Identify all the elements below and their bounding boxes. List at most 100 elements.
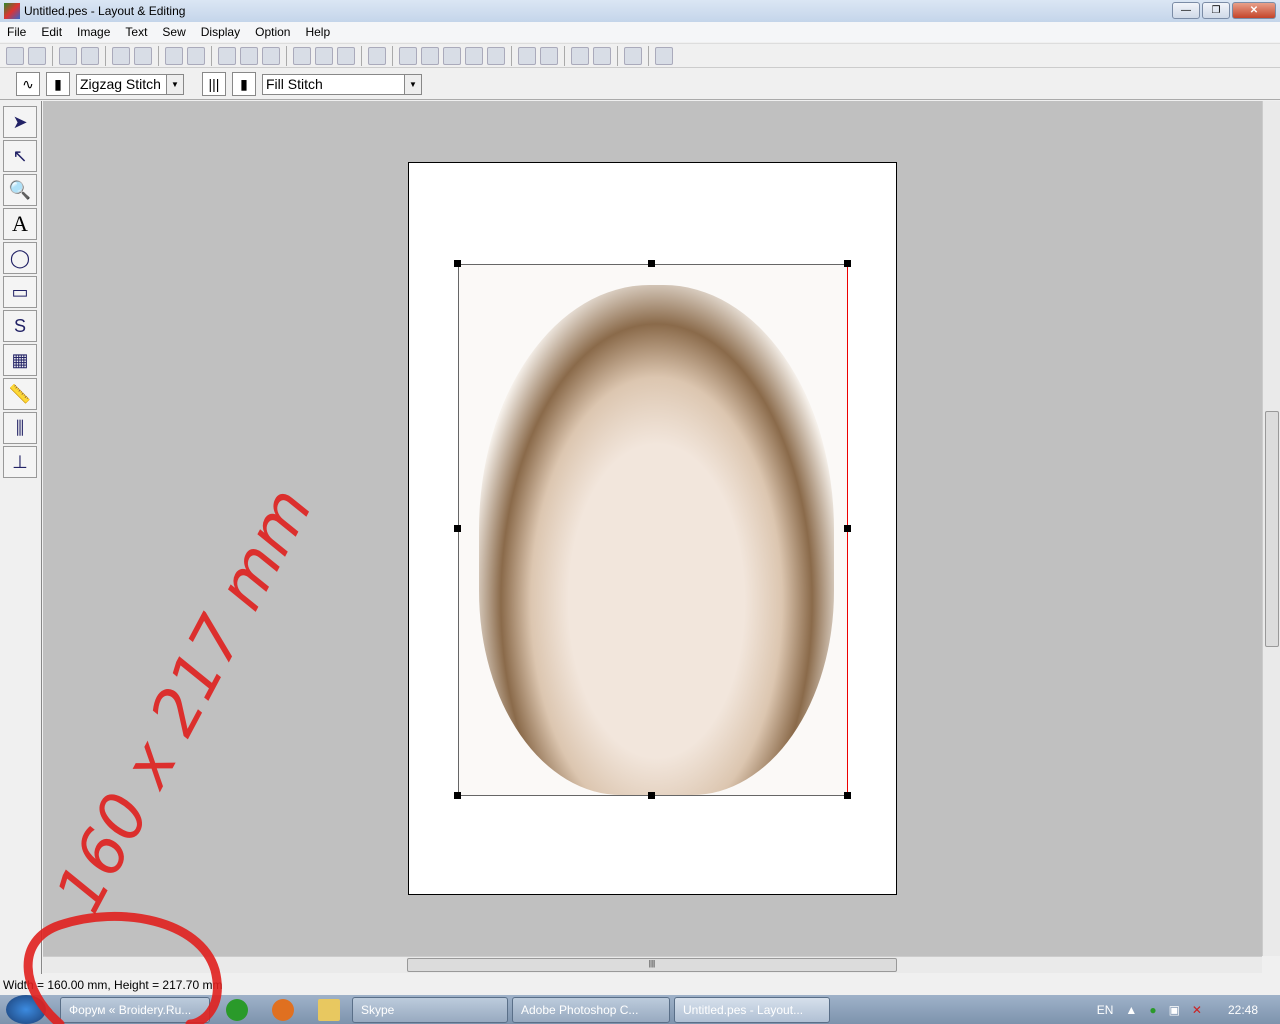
maximize-button[interactable]: ❐ bbox=[1202, 2, 1230, 19]
clock[interactable]: 22:48 bbox=[1228, 1003, 1258, 1017]
close-button[interactable]: ✕ bbox=[1232, 2, 1276, 19]
rotate-icon[interactable] bbox=[337, 46, 355, 65]
status-bar: Width = 160.00 mm, Height = 217.70 mm bbox=[0, 975, 1280, 995]
taskbar: Форум « Broidery.Ru... Skype Adobe Photo… bbox=[0, 995, 1280, 1024]
tool-palette: ➤ ↖ 🔍 A ◯ ▭ S ▦ 📏 ⫼ ⊥ bbox=[0, 101, 42, 974]
menu-image[interactable]: Image bbox=[70, 25, 118, 39]
realistic-preview-icon[interactable] bbox=[593, 46, 611, 65]
menu-help[interactable]: Help bbox=[298, 25, 338, 39]
menu-text[interactable]: Text bbox=[118, 25, 155, 39]
lasso-icon[interactable]: ◯ bbox=[3, 242, 37, 274]
stamp-icon[interactable]: ⊥ bbox=[3, 446, 37, 478]
undo-icon[interactable] bbox=[165, 46, 183, 65]
resize-handle[interactable] bbox=[844, 792, 851, 799]
manual-punch-icon[interactable]: ⫼ bbox=[3, 412, 37, 444]
utorrent-icon[interactable] bbox=[226, 998, 248, 1021]
menu-display[interactable]: Display bbox=[194, 25, 248, 39]
new-icon[interactable] bbox=[6, 46, 24, 65]
redo-icon[interactable] bbox=[187, 46, 205, 65]
import-icon[interactable] bbox=[59, 46, 77, 65]
resize-handle[interactable] bbox=[844, 260, 851, 267]
stitch-toolbar: ∿ ▮ Zigzag Stitch ▼ ||| ▮ Fill Stitch ▼ bbox=[0, 69, 1280, 100]
start-button[interactable] bbox=[6, 995, 46, 1024]
folder-icon[interactable] bbox=[318, 998, 340, 1021]
fill-stitch-select[interactable]: Fill Stitch ▼ bbox=[262, 73, 422, 95]
text-transform-icon[interactable] bbox=[465, 46, 483, 65]
mirror-v-icon[interactable] bbox=[315, 46, 333, 65]
region-color-spool-icon[interactable]: ▮ bbox=[232, 72, 256, 96]
vertical-scrollbar[interactable] bbox=[1262, 101, 1280, 956]
mirror-h-icon[interactable] bbox=[293, 46, 311, 65]
save-icon[interactable] bbox=[112, 46, 130, 65]
sewing-attributes-icon[interactable] bbox=[518, 46, 536, 65]
select-arrow-icon[interactable]: ➤ bbox=[3, 106, 37, 138]
menu-bar: File Edit Image Text Sew Display Option … bbox=[0, 22, 1280, 42]
region-sew-toggle-icon[interactable]: ||| bbox=[202, 72, 226, 96]
resize-handle[interactable] bbox=[454, 792, 461, 799]
open-icon[interactable] bbox=[28, 46, 46, 65]
language-indicator[interactable]: EN bbox=[1097, 1003, 1114, 1017]
measure-icon[interactable]: 📏 bbox=[3, 378, 37, 410]
menu-sew[interactable]: Sew bbox=[155, 25, 193, 39]
size-readout: Width = 160.00 mm, Height = 217.70 mm bbox=[3, 978, 223, 992]
stitch-simulator-icon[interactable] bbox=[624, 46, 642, 65]
resize-handle[interactable] bbox=[454, 260, 461, 267]
utorrent-tray-icon[interactable]: ● bbox=[1149, 1003, 1156, 1017]
freehand-icon[interactable]: S bbox=[3, 310, 37, 342]
line-sew-toggle-icon[interactable]: ∿ bbox=[16, 72, 40, 96]
chevron-down-icon[interactable]: ▼ bbox=[166, 74, 183, 94]
point-edit-icon[interactable]: ↖ bbox=[3, 140, 37, 172]
shape-tool-icon[interactable]: ▭ bbox=[3, 276, 37, 308]
horizontal-scrollbar[interactable]: ||| bbox=[43, 956, 1262, 973]
preview-icon[interactable] bbox=[571, 46, 589, 65]
scroll-thumb[interactable]: ||| bbox=[407, 958, 897, 972]
fill-stitch-value: Fill Stitch bbox=[266, 76, 323, 92]
minimize-button[interactable]: — bbox=[1172, 2, 1200, 19]
tray-expand-icon[interactable]: ▲ bbox=[1125, 1003, 1137, 1017]
background-image[interactable] bbox=[458, 264, 848, 796]
title-bar: Untitled.pes - Layout & Editing — ❐ ✕ bbox=[0, 0, 1280, 22]
copy-icon[interactable] bbox=[240, 46, 258, 65]
volume-muted-icon[interactable]: ✕ bbox=[1192, 1003, 1202, 1017]
task-photoshop[interactable]: Adobe Photoshop C... bbox=[512, 996, 670, 1023]
resize-handle[interactable] bbox=[648, 260, 655, 267]
cut-icon[interactable] bbox=[218, 46, 236, 65]
task-label: Skype bbox=[361, 1002, 395, 1017]
menu-file[interactable]: File bbox=[0, 25, 34, 39]
resize-handle[interactable] bbox=[648, 792, 655, 799]
write-card-icon[interactable] bbox=[134, 46, 152, 65]
zoom-icon[interactable]: 🔍 bbox=[3, 174, 37, 206]
task-skype[interactable]: Skype bbox=[352, 996, 508, 1023]
resize-handle[interactable] bbox=[454, 525, 461, 532]
window-title: Untitled.pes - Layout & Editing bbox=[24, 4, 186, 18]
paste-icon[interactable] bbox=[262, 46, 280, 65]
text-spacing-icon[interactable] bbox=[421, 46, 439, 65]
task-layout-editing[interactable]: Untitled.pes - Layout... bbox=[674, 996, 830, 1023]
system-tray: EN ▲ ● ▣ ✕ 22:48 bbox=[1097, 995, 1280, 1024]
task-label: Adobe Photoshop C... bbox=[521, 1002, 639, 1017]
sewing-order-icon[interactable] bbox=[540, 46, 558, 65]
line-stitch-select[interactable]: Zigzag Stitch ▼ bbox=[76, 73, 184, 95]
text-reset-icon[interactable] bbox=[487, 46, 505, 65]
line-stitch-value: Zigzag Stitch bbox=[80, 76, 161, 92]
task-chrome[interactable]: Форум « Broidery.Ru... bbox=[60, 996, 210, 1023]
text-attributes-icon[interactable] bbox=[399, 46, 417, 65]
line-color-spool-icon[interactable]: ▮ bbox=[46, 72, 70, 96]
wand-icon[interactable] bbox=[368, 46, 386, 65]
app-icon bbox=[4, 3, 20, 19]
resize-handle[interactable] bbox=[844, 525, 851, 532]
firefox-icon[interactable] bbox=[272, 998, 294, 1021]
scroll-thumb[interactable] bbox=[1265, 411, 1279, 647]
menu-option[interactable]: Option bbox=[248, 25, 298, 39]
text-tool-icon[interactable]: A bbox=[3, 208, 37, 240]
design-property-icon[interactable] bbox=[655, 46, 673, 65]
design-canvas[interactable] bbox=[43, 101, 1262, 956]
network-icon[interactable]: ▣ bbox=[1169, 1003, 1180, 1017]
text-fit-icon[interactable] bbox=[443, 46, 461, 65]
design-page bbox=[408, 162, 897, 895]
stitch-pattern-icon[interactable]: ▦ bbox=[3, 344, 37, 376]
menu-edit[interactable]: Edit bbox=[34, 25, 70, 39]
chevron-down-icon[interactable]: ▼ bbox=[404, 74, 421, 94]
child-portrait bbox=[479, 285, 834, 795]
export-icon[interactable] bbox=[81, 46, 99, 65]
